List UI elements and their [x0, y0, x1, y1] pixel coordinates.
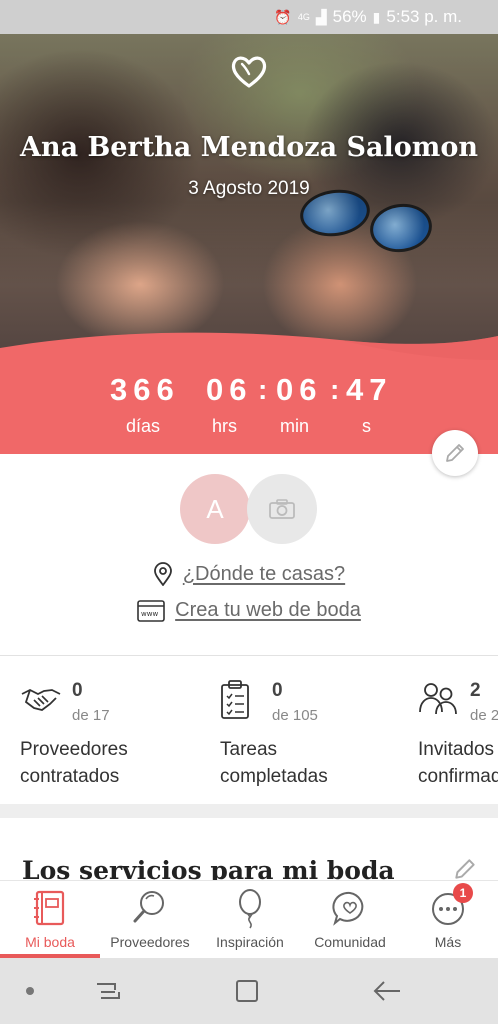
pencil-icon: [446, 444, 464, 462]
signal-icon: ▟: [315, 8, 327, 25]
nav-proveedores[interactable]: Proveedores: [100, 881, 200, 959]
nav-mas[interactable]: 1 Más: [398, 881, 498, 959]
where-link[interactable]: ¿Dónde te casas?: [183, 563, 345, 586]
countdown-minutes: 06: [276, 372, 323, 407]
nav-label: Mi boda: [25, 934, 75, 950]
stat-label: Proveedores contratados: [20, 739, 128, 787]
create-web-link[interactable]: Crea tu web de boda: [175, 599, 361, 622]
countdown-seconds: 47: [346, 372, 393, 407]
camera-icon: [269, 499, 295, 519]
chat-heart-icon: [332, 891, 364, 926]
countdown-hours: 06: [206, 372, 253, 407]
add-photo-button[interactable]: [247, 474, 317, 544]
edit-cover-button[interactable]: [432, 430, 478, 476]
pencil-icon[interactable]: [452, 856, 478, 882]
avatar-initial: A: [206, 493, 224, 524]
countdown-days-label: días: [126, 416, 161, 436]
home-icon[interactable]: [234, 978, 260, 1004]
nav-label: Comunidad: [314, 934, 386, 950]
app-screen: ⏰ 4G ▟ 56% ▮ 5:53 p. m. Ana Bertha Mendo…: [0, 0, 498, 1024]
nav-mi-boda[interactable]: Mi boda: [0, 881, 100, 959]
system-navigation-bar: [0, 958, 498, 1024]
avatar[interactable]: A: [180, 474, 250, 544]
countdown-hours-label: hrs: [212, 416, 238, 436]
notebook-icon: [34, 890, 65, 926]
stat-label: Tareas completadas: [220, 739, 328, 787]
guests-icon: [419, 683, 457, 715]
nav-label: Más: [434, 934, 462, 950]
status-bar: ⏰ 4G ▟ 56% ▮ 5:53 p. m.: [0, 0, 498, 34]
stat-total: de 2: [470, 707, 498, 724]
nav-label: Inspiración: [216, 934, 284, 950]
balloon-icon: [239, 889, 261, 929]
nav-inspiracion[interactable]: Inspiración: [200, 881, 300, 959]
countdown-minutes-label: min: [280, 416, 310, 436]
handshake-icon: [21, 688, 61, 711]
countdown-separator: :: [258, 374, 268, 405]
nav-label: Proveedores: [110, 934, 190, 950]
dot-icon[interactable]: [25, 986, 35, 996]
stat-value: 0: [72, 680, 83, 701]
nav-comunidad[interactable]: Comunidad: [300, 881, 400, 959]
couple-name: Ana Bertha Mendoza Salomon: [20, 132, 478, 163]
bottom-navigation: Mi boda Proveedores Inspiración Comunida…: [0, 880, 498, 958]
stat-value: 0: [272, 680, 283, 701]
countdown-seconds-label: s: [362, 416, 371, 436]
battery-icon: ▮: [372, 8, 381, 25]
network-type: 4G: [297, 11, 310, 22]
wedding-web-row[interactable]: www Crea tu web de boda: [0, 599, 498, 622]
clock: 5:53 p. m.: [386, 7, 462, 26]
divider: [0, 655, 498, 656]
location-row[interactable]: ¿Dónde te casas?: [0, 562, 498, 586]
stat-total: de 17: [72, 707, 110, 724]
stat-label: Invitados confirmados: [418, 739, 498, 787]
magnifier-icon: [133, 891, 164, 923]
heart-logo-icon: [231, 56, 267, 88]
back-arrow-icon[interactable]: [372, 978, 402, 1004]
clipboard-icon: [221, 680, 249, 719]
notification-badge: 1: [453, 883, 473, 903]
recent-apps-icon[interactable]: [95, 978, 121, 1004]
countdown: 366 días 06 : hrs 06 : min 47 s: [0, 372, 498, 442]
alarm-icon: ⏰: [274, 8, 292, 25]
svg-text:www: www: [141, 610, 158, 618]
battery-percent: 56%: [332, 7, 367, 26]
stat-value: 2: [470, 680, 481, 701]
wedding-date: 3 Agosto 2019: [188, 178, 310, 199]
section-separator: [0, 804, 498, 818]
browser-icon: www: [137, 599, 165, 622]
hero-cover[interactable]: Ana Bertha Mendoza Salomon 3 Agosto 2019…: [0, 34, 498, 454]
location-pin-icon: [153, 562, 172, 586]
countdown-days: 366: [110, 372, 180, 407]
countdown-separator: :: [330, 374, 340, 405]
stat-total: de 105: [272, 707, 318, 724]
